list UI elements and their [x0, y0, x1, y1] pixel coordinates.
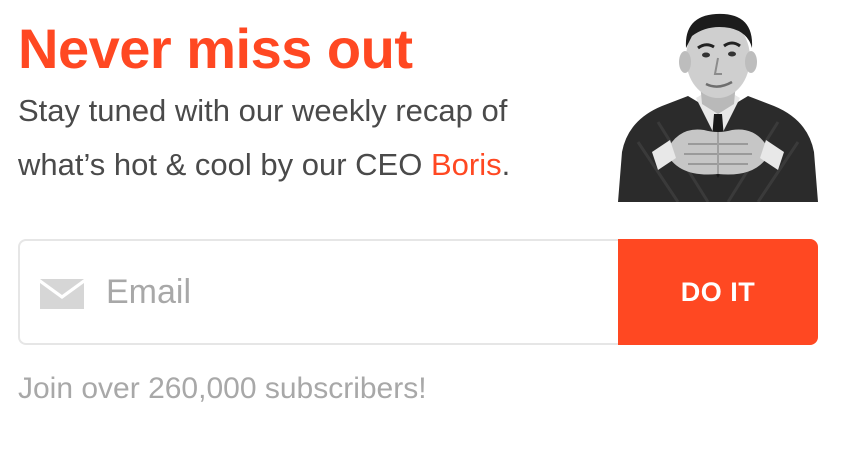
- email-signup-form: DO IT: [18, 239, 818, 345]
- envelope-icon: [40, 279, 84, 309]
- do-it-button[interactable]: DO IT: [618, 239, 818, 345]
- newsletter-tagline: Stay tuned with our weekly recap of what…: [18, 84, 618, 192]
- email-input[interactable]: [106, 241, 606, 343]
- newsletter-signup-widget: Never miss out Stay tuned with our weekl…: [0, 0, 859, 470]
- subscriber-count-text: Join over 260,000 subscribers!: [18, 372, 427, 405]
- newsletter-headline: Never miss out: [18, 17, 413, 80]
- ceo-name-link[interactable]: Boris: [431, 147, 502, 182]
- tagline-line-2-prefix: what’s hot & cool by our CEO: [18, 147, 431, 182]
- ceo-portrait-photo: [618, 13, 818, 202]
- tagline-line-2: what’s hot & cool by our CEO Boris.: [18, 138, 618, 192]
- tagline-line-1: Stay tuned with our weekly recap of: [18, 93, 508, 128]
- tagline-line-2-suffix: .: [501, 147, 511, 182]
- email-field-wrapper: [18, 239, 618, 345]
